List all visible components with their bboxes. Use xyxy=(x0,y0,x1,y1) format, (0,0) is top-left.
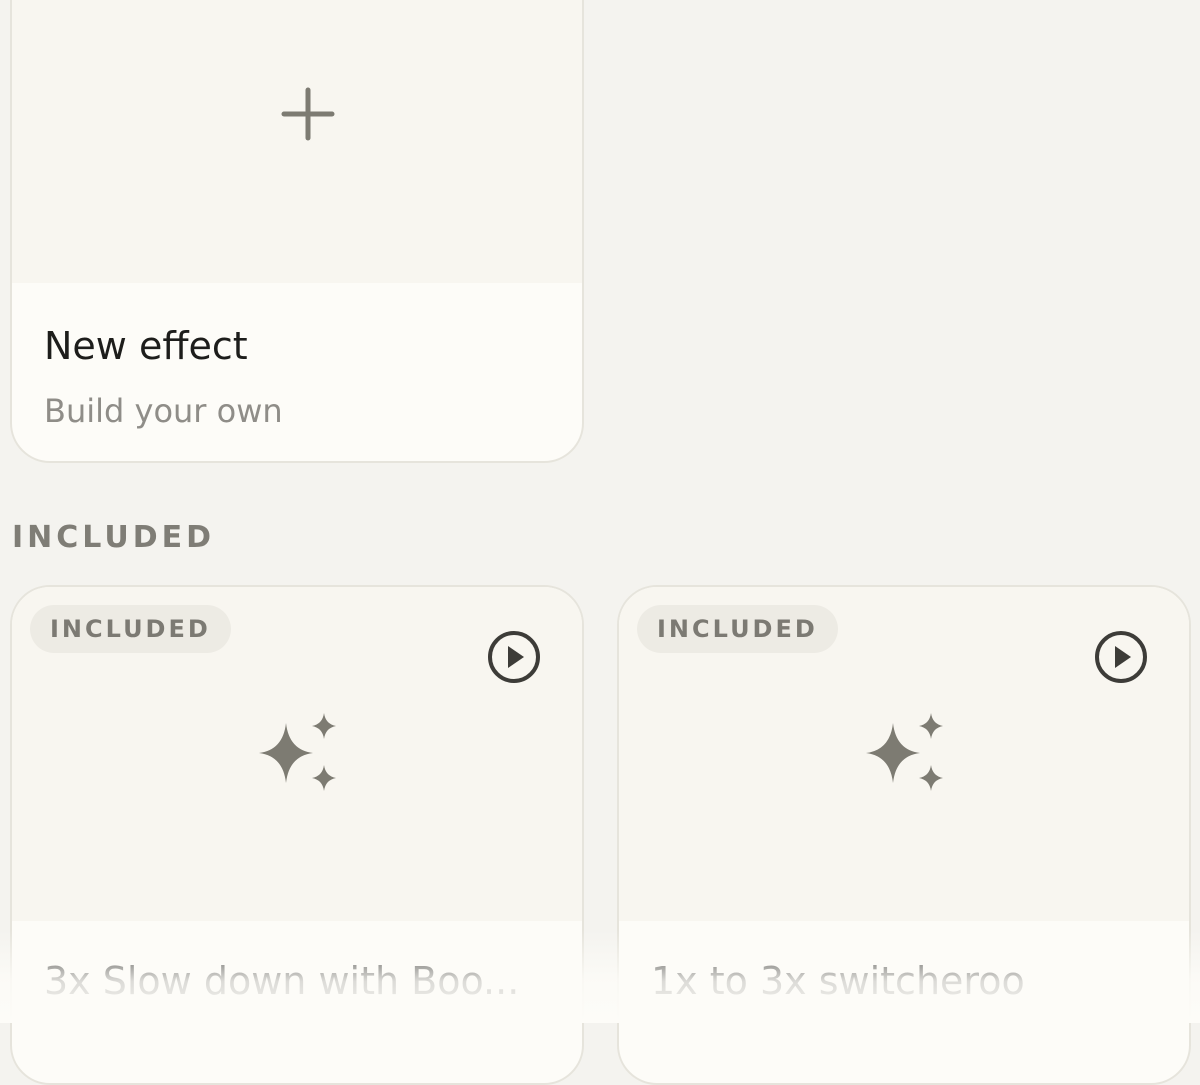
effect-card-slow-down[interactable]: INCLUDED 3x Slow down with Boo... xyxy=(10,585,584,1085)
effect-preview: INCLUDED xyxy=(619,587,1189,921)
effect-card-switcheroo[interactable]: INCLUDED 1x to 3x switcheroo xyxy=(617,585,1191,1085)
effect-title: 1x to 3x switcheroo xyxy=(651,959,1025,1003)
new-effect-preview xyxy=(12,0,582,283)
play-icon[interactable] xyxy=(486,629,542,685)
plus-icon xyxy=(281,87,335,141)
included-section-header: INCLUDED xyxy=(12,520,215,555)
new-effect-subtitle: Build your own xyxy=(44,392,283,430)
included-badge: INCLUDED xyxy=(30,605,231,653)
new-effect-title: New effect xyxy=(44,324,248,368)
sparkle-icon xyxy=(866,713,943,791)
sparkle-icon xyxy=(259,713,336,791)
included-badge: INCLUDED xyxy=(637,605,838,653)
effect-preview: INCLUDED xyxy=(12,587,582,921)
new-effect-card[interactable]: New effect Build your own xyxy=(10,0,584,463)
play-icon[interactable] xyxy=(1093,629,1149,685)
effect-title: 3x Slow down with Boo... xyxy=(44,959,520,1003)
